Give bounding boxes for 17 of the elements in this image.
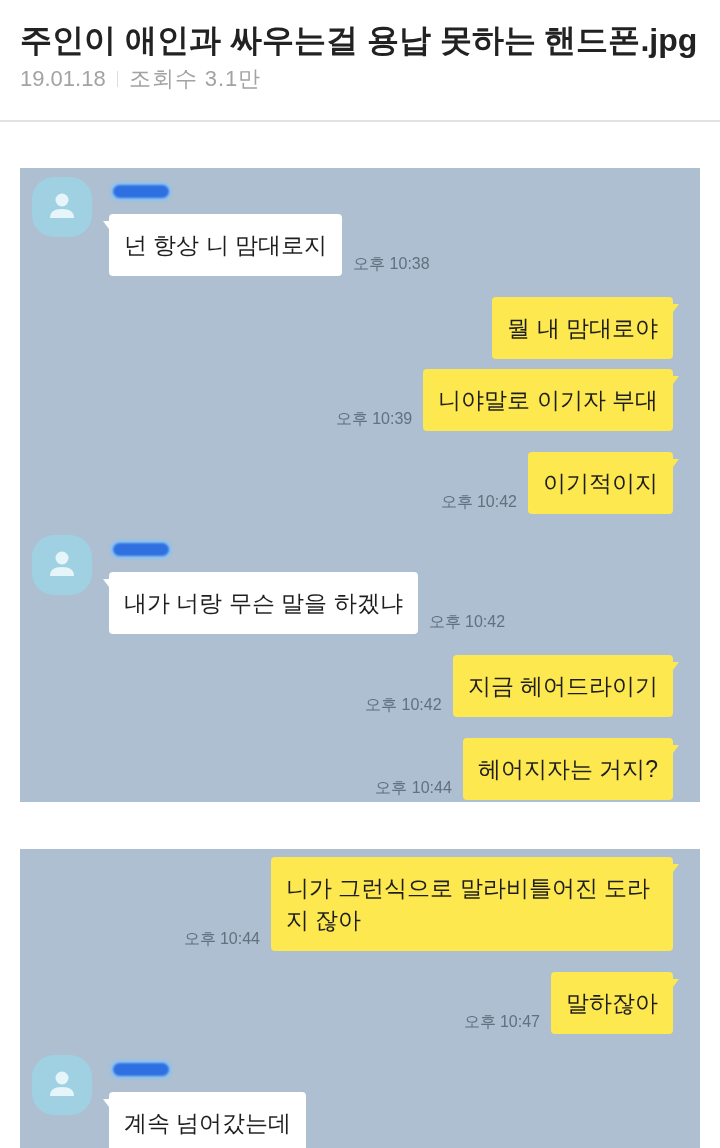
view-count: 조회수 3.1만 <box>128 66 262 92</box>
message-time: 오후 10:42 <box>428 612 506 632</box>
message-time: 오후 10:39 <box>335 409 413 429</box>
blurred-name-icon <box>110 1060 172 1079</box>
message-time: 오후 10:44 <box>183 929 260 949</box>
message-time: 오후 10:38 <box>353 254 430 274</box>
blurred-name-icon <box>110 182 172 201</box>
message-time: 오후 10:42 <box>365 695 442 715</box>
post-date: 19.01.18 <box>20 66 106 92</box>
avatar-icon <box>32 1055 92 1115</box>
message-time: 오후 10:47 <box>463 1012 540 1032</box>
message-time: 오후 10:42 <box>440 492 517 512</box>
blurred-name-icon <box>110 540 172 559</box>
avatar-icon <box>32 177 92 237</box>
message-time: 오후 10:44 <box>375 778 452 798</box>
avatar-icon <box>32 535 92 595</box>
post-title: 주인이 애인과 싸우는걸 용납 못하는 핸드폰.jpg <box>20 21 699 60</box>
